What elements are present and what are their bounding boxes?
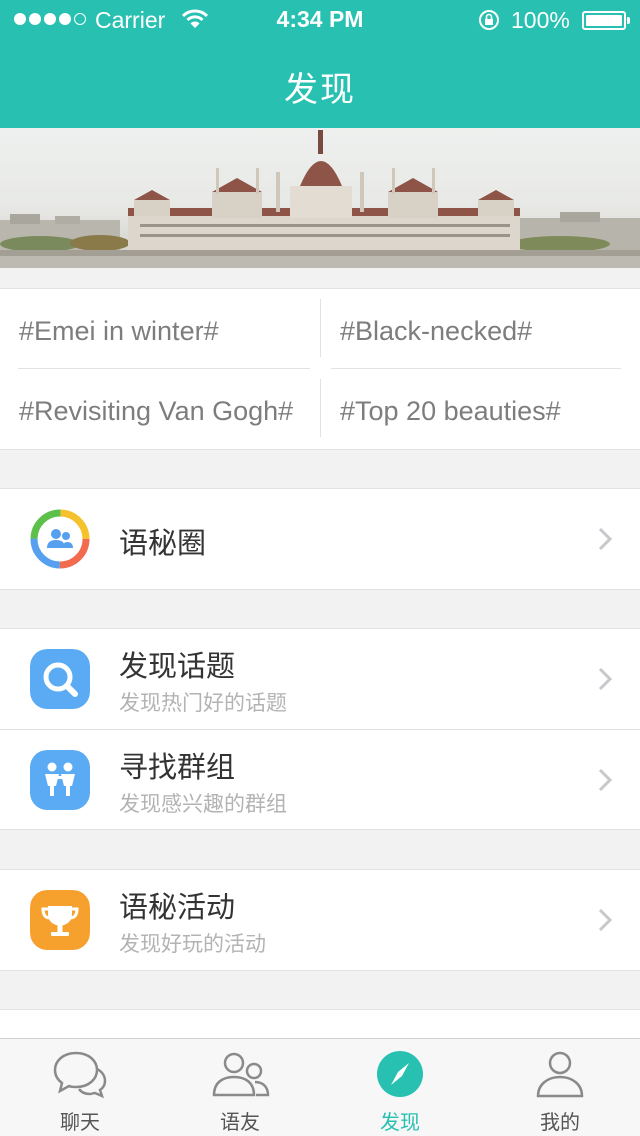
chevron-right-icon [598,908,612,932]
topic-link[interactable]: #Emei in winter# [19,291,219,371]
divider [320,299,321,357]
banner-image[interactable] [0,128,640,268]
tab-label: 聊天 [60,1110,100,1134]
chevron-right-icon [598,667,612,691]
list-item-activities[interactable]: 语秘活动 发现好玩的活动 [0,870,640,970]
search-icon [30,649,90,709]
tab-bar: 聊天 语友 发现 我的 [0,1038,640,1136]
row-subtitle: 发现感兴趣的群组 [119,792,287,816]
tab-label: 发现 [380,1110,420,1134]
trending-topics-grid: #Emei in winter# #Black-necked# #Revisit… [0,288,640,450]
user-icon [536,1051,584,1098]
list-item-moments[interactable]: 语秘圈 [0,489,640,589]
row-title: 语秘活动 [119,890,236,924]
discover-section: 发现话题 发现热门好的话题 寻找群组 发现感兴趣的群组 [0,628,640,830]
divider [320,379,321,437]
section-edge [0,1009,640,1038]
tab-label: 我的 [540,1110,580,1134]
circle-contacts-icon [30,509,90,569]
list-item-find-groups[interactable]: 寻找群组 发现感兴趣的群组 [0,729,640,829]
status-bar: Carrier 4:34 PM 100% [0,0,640,40]
list-item-discover-topics[interactable]: 发现话题 发现热门好的话题 [0,629,640,729]
topic-link[interactable]: #Revisiting Van Gogh# [19,371,293,451]
battery-percentage: 100% [511,7,570,33]
top-bar: Carrier 4:34 PM 100% 发现 [0,0,640,128]
tab-chat[interactable]: 聊天 [0,1039,160,1136]
topic-link[interactable]: #Black-necked# [340,291,532,371]
tab-me[interactable]: 我的 [480,1039,640,1136]
row-title: 语秘圈 [119,526,207,560]
divider [331,368,621,369]
chat-bubbles-icon [53,1051,107,1099]
row-title: 寻找群组 [119,750,236,784]
divider [18,368,310,369]
tab-contacts[interactable]: 语友 [160,1039,320,1136]
compass-icon [377,1051,423,1097]
row-title: 发现话题 [119,649,236,683]
chevron-right-icon [598,527,612,551]
activities-section: 语秘活动 发现好玩的活动 [0,869,640,971]
moments-section: 语秘圈 [0,488,640,590]
contacts-icon [212,1052,270,1097]
rotation-lock-icon [479,10,499,30]
tab-label: 语友 [220,1110,260,1134]
topic-link[interactable]: #Top 20 beauties# [340,371,561,451]
row-subtitle: 发现好玩的活动 [119,932,266,956]
people-icon [30,750,90,810]
page-title: 发现 [284,70,356,110]
chevron-right-icon [598,768,612,792]
trophy-icon [30,890,90,950]
tab-discover[interactable]: 发现 [320,1039,480,1136]
row-subtitle: 发现热门好的话题 [119,691,287,715]
battery-icon [582,11,630,30]
parliament-building-illustration [0,130,640,268]
